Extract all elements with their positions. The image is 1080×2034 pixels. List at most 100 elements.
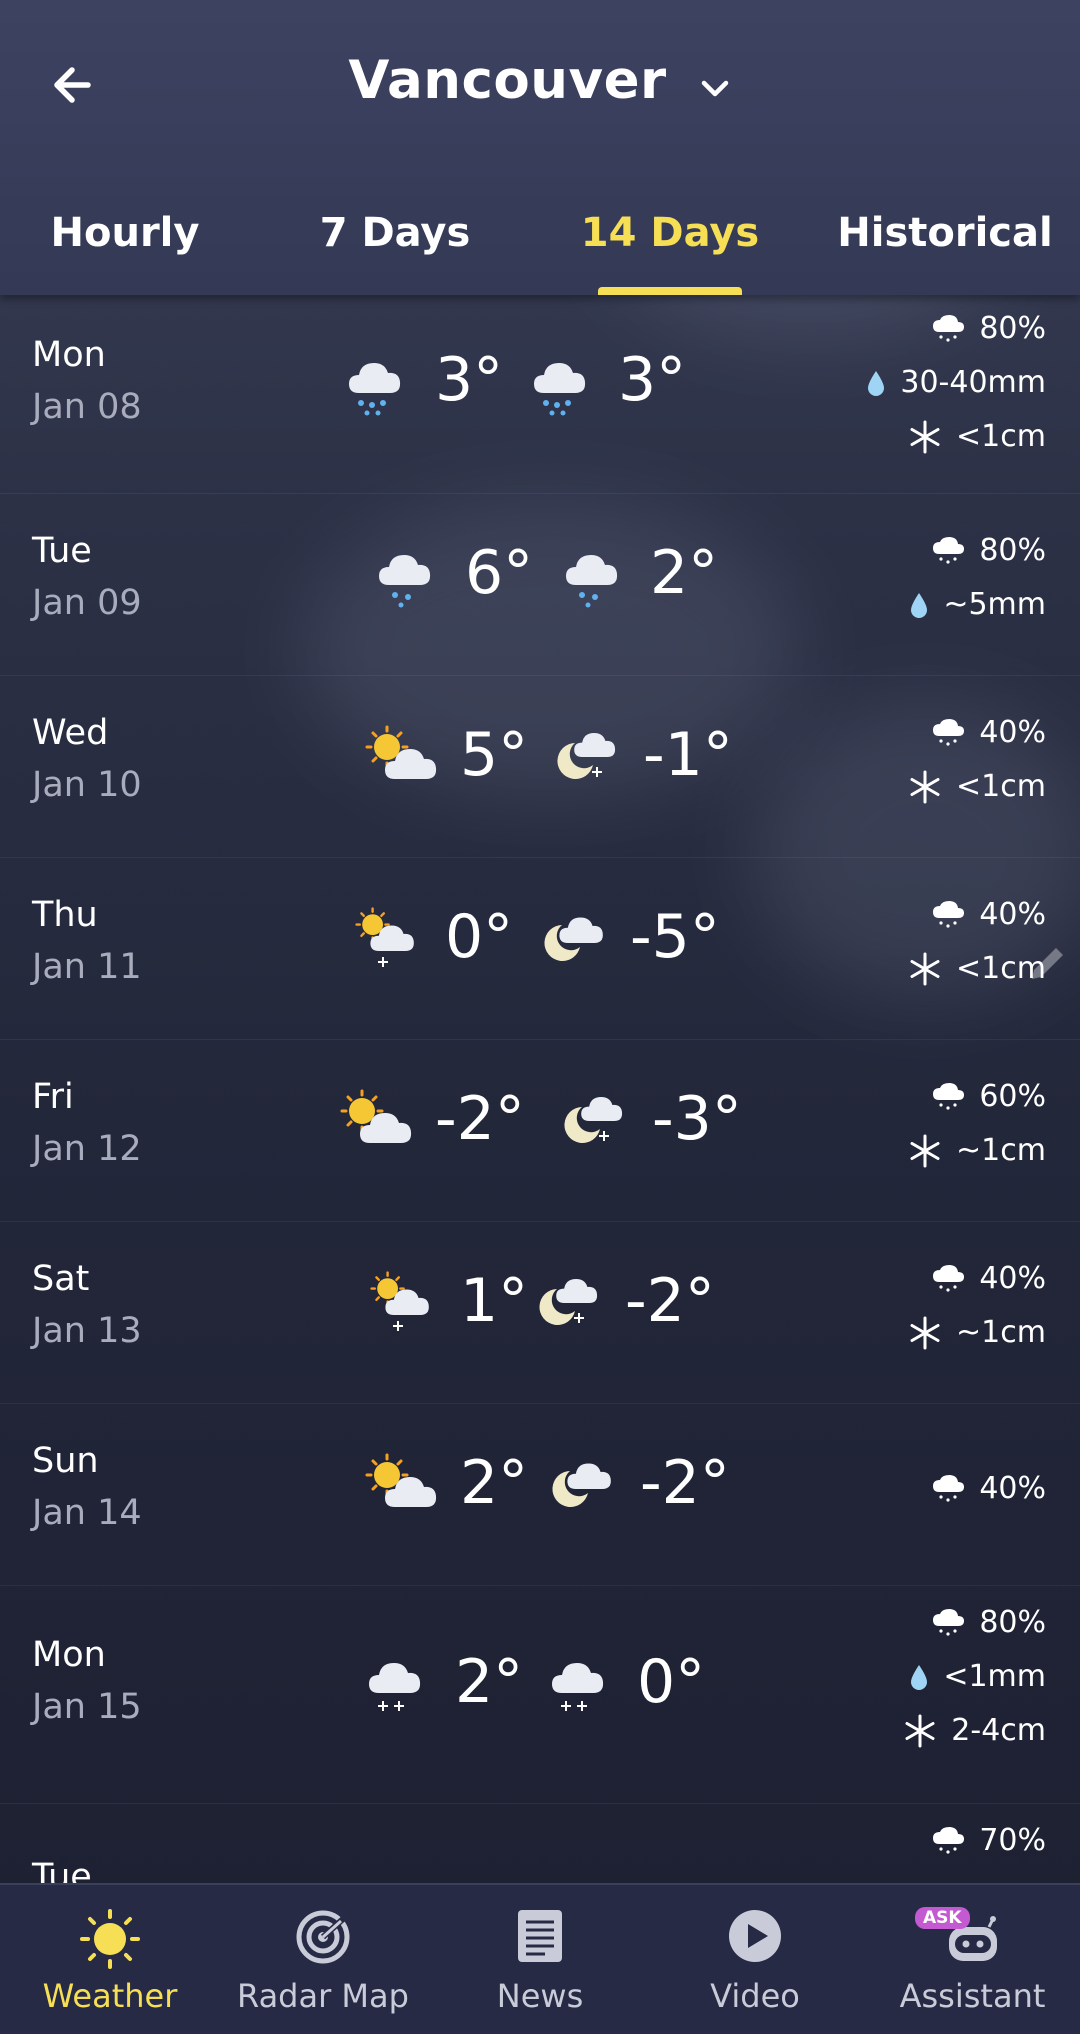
night-temperature: -3° (652, 1084, 742, 1154)
moon-snow-icon (564, 1097, 623, 1143)
forecast-row[interactable]: Mon Jan 08 3° 3° 80% 30-40mm <1cm (0, 295, 1080, 494)
snow-amount-value: <1cm (956, 419, 1046, 454)
day-date: Jan 14 (32, 1493, 142, 1533)
rain-amount-value: <1mm (943, 1659, 1046, 1694)
precip-chance: 40% (931, 897, 1046, 932)
forecast-tabs: Hourly 7 Days 14 Days Historical (0, 195, 1080, 295)
day-name: Wed (32, 713, 109, 753)
snowflake-icon (905, 1714, 935, 1747)
precip-chance: 40% (931, 715, 1046, 750)
snow-amount: 2-4cm (903, 1713, 1046, 1748)
rain-cloud-icon (534, 363, 586, 416)
precip-chance-value: 80% (979, 1605, 1046, 1640)
tab-14-days[interactable]: 14 Days (565, 210, 775, 256)
night-temperature: 2° (650, 538, 719, 608)
rain-chance-icon (933, 1264, 965, 1292)
day-temperature: 6° (465, 538, 534, 608)
snow-cloud-icon (369, 1663, 421, 1711)
rain-cloud-icon (379, 555, 431, 608)
day-name: Sat (32, 1259, 90, 1299)
snow-amount-value: <1cm (956, 769, 1046, 804)
partly-sunny-icon (365, 725, 437, 779)
rain-chance-icon (933, 900, 965, 928)
rain-amount: <1mm (909, 1659, 1046, 1694)
nav-weather-label: Weather (42, 1977, 178, 2015)
night-temperature: 0° (637, 1647, 706, 1717)
precip-chance-value: 40% (979, 897, 1046, 932)
forecast-row[interactable]: Tue Jan 09 6° 2° 80% ~5mm (0, 493, 1080, 676)
city-selector[interactable]: Vancouver (0, 50, 1080, 114)
rain-cloud-icon (349, 363, 401, 416)
precip-chance: 70% (931, 1823, 1046, 1858)
tab-historical[interactable]: Historical (830, 210, 1060, 256)
newspaper-icon (518, 1910, 562, 1962)
precip-chance: 60% (931, 1079, 1046, 1114)
precip-chance-value: 70% (979, 1823, 1046, 1858)
nav-radar-map-label: Radar Map (237, 1977, 409, 2015)
day-date: Jan 13 (32, 1311, 142, 1351)
day-name: Mon (32, 335, 106, 375)
chevron-down-icon (698, 53, 732, 114)
precip-chance-value: 40% (979, 715, 1046, 750)
nav-assistant-label: Assistant (899, 1977, 1046, 2015)
day-date: Jan 11 (32, 947, 142, 987)
nav-radar-map[interactable]: Radar Map (218, 1885, 428, 2034)
forecast-row[interactable]: Mon Jan 15 2° 0° 80% <1mm 2-4cm (0, 1585, 1080, 1804)
day-name: Tue (32, 1857, 92, 1883)
forecast-row[interactable]: Tue 70% (0, 1803, 1080, 1883)
snow-amount: <1cm (908, 419, 1046, 454)
ask-badge: ASK (915, 1907, 970, 1929)
nav-assistant[interactable]: ASK Assistant (870, 1885, 1075, 2034)
nav-news-label: News (496, 1977, 584, 2015)
night-temperature: -2° (625, 1266, 715, 1336)
raindrop-icon (911, 592, 928, 618)
snow-amount: <1cm (908, 769, 1046, 804)
snowflake-icon (910, 1134, 940, 1167)
precip-chance-value: 80% (979, 311, 1046, 346)
forecast-row[interactable]: Wed Jan 10 5° -1° 40% <1cm (0, 675, 1080, 858)
forecast-row[interactable]: Sat Jan 13 1° -2° 40% ~1cm (0, 1221, 1080, 1404)
precip-chance: 80% (931, 1605, 1046, 1640)
nav-news[interactable]: News (440, 1885, 640, 2034)
edit-pencil-icon[interactable] (1022, 939, 1072, 989)
forecast-row[interactable]: Thu Jan 11 0° -5° 40% <1cm (0, 857, 1080, 1040)
forecast-row[interactable]: Fri Jan 12 -2° -3° 60% ~1cm (0, 1039, 1080, 1222)
rain-amount: ~5mm (909, 587, 1046, 622)
snow-amount: ~1cm (908, 1315, 1046, 1350)
rain-chance-icon (933, 1082, 965, 1110)
tab-7-days[interactable]: 7 Days (290, 210, 500, 256)
forecast-row[interactable]: Sun Jan 14 2° -2° 40% (0, 1403, 1080, 1586)
moon-cloud-icon (552, 1463, 611, 1507)
moon-snow-icon (539, 1279, 598, 1325)
nav-video[interactable]: Video (655, 1885, 855, 2034)
play-icon (729, 1910, 781, 1962)
night-temperature: -5° (630, 902, 720, 972)
nav-weather[interactable]: Weather (10, 1885, 210, 2034)
sun-icon (80, 1909, 140, 1969)
sun-snow-icon (355, 907, 414, 967)
raindrop-icon (868, 370, 885, 396)
moon-snow-icon (557, 733, 616, 779)
day-temperature: 2° (455, 1647, 524, 1717)
rain-chance-icon (933, 1608, 965, 1636)
nav-video-label: Video (710, 1977, 800, 2015)
day-temperature: 0° (445, 902, 514, 972)
bottom-navigation: Weather Radar Map News Video ASK Assista… (0, 1883, 1080, 2034)
night-temperature: 3° (618, 345, 687, 415)
night-temperature: -2° (640, 1448, 730, 1518)
rain-chance-icon (933, 314, 965, 342)
day-temperature: -2° (435, 1084, 525, 1154)
rain-cloud-icon (566, 555, 618, 608)
day-temperature: 5° (460, 720, 529, 790)
active-tab-indicator (598, 287, 742, 295)
precip-chance-value: 80% (979, 533, 1046, 568)
day-temperature: 1° (460, 1266, 529, 1336)
day-name: Mon (32, 1635, 106, 1675)
tab-hourly[interactable]: Hourly (20, 210, 230, 256)
snow-amount: ~1cm (908, 1133, 1046, 1168)
snowflake-icon (910, 420, 940, 453)
top-header: Vancouver Hourly 7 Days 14 Days Historic… (0, 0, 1080, 295)
rain-amount-value: 30-40mm (900, 365, 1046, 400)
rain-chance-icon (933, 536, 965, 564)
night-temperature: -1° (643, 720, 733, 790)
